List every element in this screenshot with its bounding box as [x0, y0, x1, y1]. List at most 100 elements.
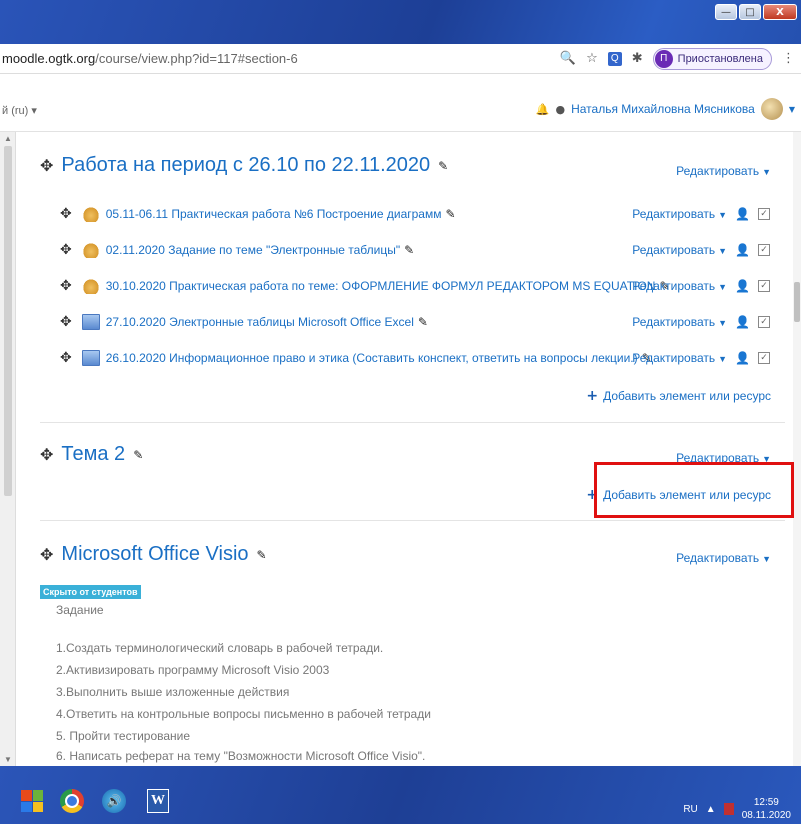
move-icon[interactable]: ✥: [60, 206, 72, 222]
task-line: 1.Создать терминологический словарь в ра…: [56, 641, 384, 655]
person-icon[interactable]: 👤: [735, 243, 750, 257]
activity-edit-menu[interactable]: Редактировать ▼: [632, 207, 727, 221]
chrome-taskbar-button[interactable]: [56, 786, 88, 816]
activity-row: ✥ 05.11-06.11 Практическая работа №6 Пос…: [60, 204, 780, 224]
section-work-period: ✥ Работа на период с 26.10 по 22.11.2020…: [40, 132, 785, 422]
section-name[interactable]: Тема 2: [61, 443, 125, 466]
section-title: ✥ Работа на период с 26.10 по 22.11.2020…: [40, 154, 448, 177]
clock-time: 12:59: [753, 797, 779, 808]
clock-date: 08.11.2020: [741, 810, 791, 821]
media-taskbar-button[interactable]: 🔊: [98, 786, 130, 816]
activity-row: ✥ 26.10.2020 Информационное право и этик…: [60, 348, 780, 368]
section-edit-menu[interactable]: Редактировать ▼: [676, 164, 771, 178]
extensions-puzzle-icon[interactable]: ✱: [632, 51, 643, 66]
window-titlebar: — □ X: [0, 0, 801, 44]
task-line: 5. Пройти тестирование: [56, 729, 191, 743]
caret-down-icon: ▼: [718, 354, 728, 364]
move-icon[interactable]: ✥: [60, 242, 72, 258]
completion-checkbox-icon[interactable]: ✓: [758, 208, 770, 220]
activity-edit-menu[interactable]: Редактировать ▼: [632, 351, 727, 365]
language-indicator[interactable]: RU: [683, 804, 697, 815]
edit-pencil-icon[interactable]: ✎: [257, 548, 267, 562]
add-activity-button[interactable]: + Добавить элемент или ресурс: [586, 388, 771, 404]
url-path: /course/view.php?id=117#section-6: [95, 51, 298, 66]
maximize-button[interactable]: □: [739, 4, 761, 20]
user-name[interactable]: Наталья Михайловна Мясникова: [571, 102, 755, 116]
tray-arrow-icon[interactable]: ▲: [706, 804, 716, 815]
url-field[interactable]: moodle.ogtk.org/course/view.php?id=117#s…: [0, 51, 560, 66]
task-heading: Задание: [56, 603, 104, 617]
status-badge: Скрыто от студентов: [40, 585, 141, 599]
extension-q-icon[interactable]: Q: [607, 51, 622, 66]
edit-label: Редактировать: [632, 279, 716, 293]
scroll-thumb[interactable]: [4, 146, 12, 496]
completion-checkbox-icon[interactable]: ✓: [758, 352, 770, 364]
activity-edit-menu[interactable]: Редактировать ▼: [632, 279, 727, 293]
edit-label: Редактировать: [632, 315, 716, 329]
caret-down-icon: ▼: [762, 554, 771, 564]
bell-icon[interactable]: 🔔: [536, 103, 550, 116]
person-icon[interactable]: 👤: [735, 207, 750, 221]
chevron-down-icon[interactable]: ▼: [789, 105, 795, 114]
profile-button[interactable]: П Приостановлена: [652, 47, 772, 70]
edit-pencil-icon[interactable]: ✎: [438, 159, 448, 173]
assignment-icon: [81, 242, 100, 258]
completion-checkbox-icon[interactable]: ✓: [758, 280, 770, 292]
completion-checkbox-icon[interactable]: ✓: [758, 244, 770, 256]
scroll-thumb[interactable]: [794, 282, 800, 322]
edit-label: Редактировать: [632, 243, 716, 257]
course-content: ▲ ▼ ✥ Работа на период с 26.10 по 22.11.…: [0, 132, 801, 766]
edit-pencil-icon[interactable]: ✎: [133, 448, 143, 462]
minimize-button[interactable]: —: [715, 4, 737, 20]
clock[interactable]: 12:59 08.11.2020: [742, 796, 791, 822]
activity-link[interactable]: 27.10.2020 Электронные таблицы Microsoft…: [106, 315, 414, 329]
browser-menu-icon[interactable]: ⋮: [782, 51, 795, 66]
activity-actions: Редактировать ▼ 👤 ✓: [632, 315, 770, 329]
moodle-navbar: й (ru) ▾ 🔔 ● Наталья Михайловна Мясников…: [0, 74, 801, 132]
user-menu[interactable]: 🔔 ● Наталья Михайловна Мясникова ▼: [536, 98, 795, 120]
person-icon[interactable]: 👤: [735, 351, 750, 365]
task-line: 4.Ответить на контрольные вопросы письме…: [56, 707, 431, 721]
scroll-up-icon[interactable]: ▲: [4, 134, 12, 143]
avatar[interactable]: [760, 98, 783, 120]
move-icon[interactable]: ✥: [40, 445, 53, 464]
language-menu[interactable]: й (ru) ▾: [2, 104, 37, 117]
activity-link[interactable]: 26.10.2020 Информационное право и этика …: [106, 351, 638, 365]
section-edit-menu[interactable]: Редактировать ▼: [676, 551, 771, 565]
caret-down-icon: ▼: [718, 282, 728, 292]
caret-down-icon: ▼: [718, 246, 728, 256]
system-tray: RU ▲ 12:59 08.11.2020: [683, 796, 791, 822]
activity-row: ✥ 02.11.2020 Задание по теме "Электронны…: [60, 240, 780, 260]
edit-pencil-icon[interactable]: ✎: [418, 315, 428, 329]
move-icon[interactable]: ✥: [40, 545, 53, 564]
activity-edit-menu[interactable]: Редактировать ▼: [632, 243, 727, 257]
person-icon[interactable]: 👤: [735, 315, 750, 329]
person-icon[interactable]: 👤: [735, 279, 750, 293]
close-button[interactable]: X: [763, 4, 797, 20]
section-name[interactable]: Microsoft Office Visio: [61, 543, 248, 566]
move-icon[interactable]: ✥: [40, 156, 53, 175]
activity-actions: Редактировать ▼ 👤 ✓: [632, 351, 770, 365]
section-name[interactable]: Работа на период с 26.10 по 22.11.2020: [61, 154, 430, 177]
completion-checkbox-icon[interactable]: ✓: [758, 316, 770, 328]
edit-pencil-icon[interactable]: ✎: [404, 243, 414, 257]
highlight-box: [594, 462, 794, 518]
left-scrollbar[interactable]: ▲ ▼: [0, 132, 16, 766]
chrome-icon: [60, 789, 84, 813]
edit-pencil-icon[interactable]: ✎: [445, 207, 455, 221]
activity-link[interactable]: 05.11-06.11 Практическая работа №6 Постр…: [106, 207, 442, 221]
scroll-down-icon[interactable]: ▼: [4, 755, 12, 764]
start-button[interactable]: [16, 786, 48, 816]
activity-link[interactable]: 30.10.2020 Практическая работа по теме: …: [106, 279, 656, 293]
right-scrollbar[interactable]: [793, 132, 801, 766]
zoom-icon[interactable]: 🔍: [560, 51, 576, 66]
move-icon[interactable]: ✥: [60, 350, 72, 366]
network-icon[interactable]: [723, 803, 734, 815]
word-taskbar-button[interactable]: W: [142, 786, 174, 816]
move-icon[interactable]: ✥: [60, 278, 72, 294]
activity-edit-menu[interactable]: Редактировать ▼: [632, 315, 727, 329]
move-icon[interactable]: ✥: [60, 314, 72, 330]
messages-icon[interactable]: ●: [555, 103, 565, 116]
bookmark-star-icon[interactable]: ☆: [586, 51, 598, 66]
activity-link[interactable]: 02.11.2020 Задание по теме "Электронные …: [106, 243, 400, 257]
